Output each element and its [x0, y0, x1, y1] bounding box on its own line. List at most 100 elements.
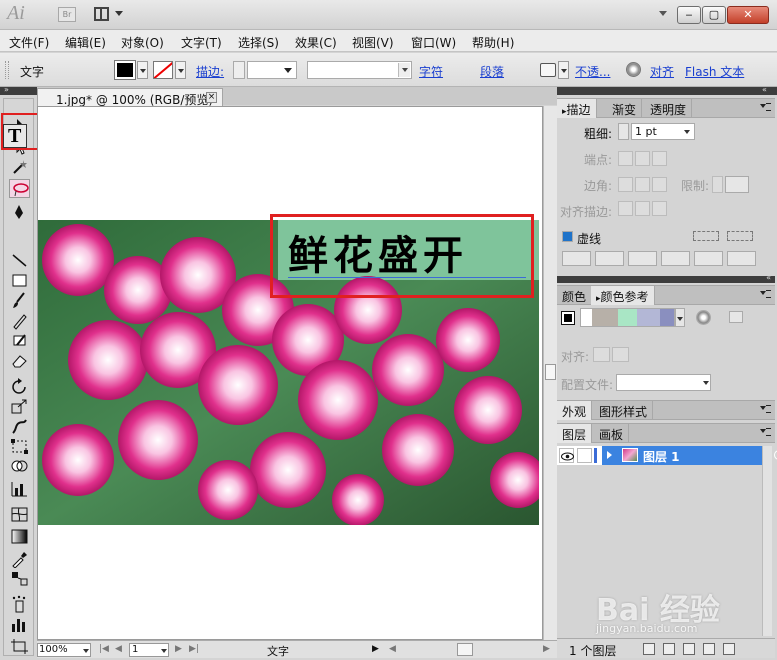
make-clipping-mask-icon[interactable]	[663, 643, 675, 655]
bridge-button[interactable]: Br	[58, 7, 76, 22]
paragraph-link[interactable]: 段落	[480, 63, 504, 80]
workspace-switcher-chevron-icon[interactable]	[659, 11, 667, 16]
rotate-tool-icon[interactable]	[9, 377, 30, 396]
round-join-button[interactable]	[635, 177, 650, 192]
flip-horizontal-icon[interactable]	[719, 376, 733, 388]
butt-cap-button[interactable]	[618, 151, 633, 166]
fill-color-swatch[interactable]	[114, 60, 136, 80]
eyedropper-tool-icon[interactable]	[9, 549, 30, 569]
limit-field[interactable]	[725, 176, 749, 193]
weight-select[interactable]: 1 pt	[631, 123, 695, 140]
next-page-icon[interactable]: ▶	[175, 644, 182, 654]
shape-builder-tool-icon[interactable]	[9, 457, 30, 476]
visibility-eye-icon[interactable]	[559, 448, 574, 463]
eraser-tool-icon[interactable]	[9, 351, 30, 370]
line-segment-tool-icon[interactable]	[9, 251, 30, 270]
profile-select[interactable]	[616, 374, 711, 391]
recolor-icon[interactable]	[626, 62, 641, 77]
dash-preset-1-icon[interactable]	[693, 231, 719, 241]
menu-object[interactable]: 对象(O)	[121, 34, 164, 51]
blend-tool-icon[interactable]	[9, 569, 30, 588]
align-link[interactable]: 对齐	[650, 63, 674, 80]
expand-left-icon[interactable]: »	[4, 85, 9, 94]
tab-appearance[interactable]: 外观	[557, 401, 593, 420]
close-tab-icon[interactable]: ×	[206, 92, 217, 103]
collapse-icon[interactable]: «	[766, 273, 771, 282]
arrow-extend-button[interactable]	[593, 347, 610, 362]
align-inside-button[interactable]	[635, 201, 650, 216]
artboard-tool-icon[interactable]	[9, 637, 30, 656]
document-tab[interactable]: 1.jpg* @ 100% (RGB/预览) ×	[37, 88, 223, 107]
gradient-tool-icon[interactable]	[9, 527, 30, 546]
menu-file[interactable]: 文件(F)	[9, 34, 49, 51]
free-transform-tool-icon[interactable]	[9, 437, 30, 456]
align-outside-button[interactable]	[652, 201, 667, 216]
bar-graph-tool-icon[interactable]	[9, 615, 30, 634]
locate-object-icon[interactable]	[643, 643, 655, 655]
stroke-dropdown[interactable]	[175, 61, 186, 79]
warp-tool-icon[interactable]	[9, 417, 30, 436]
layers-scrollbar[interactable]	[762, 446, 772, 636]
dash-preset-2-icon[interactable]	[727, 231, 753, 241]
close-button[interactable]: ✕	[727, 6, 769, 24]
paintbrush-tool-icon[interactable]	[9, 291, 30, 310]
stroke-link[interactable]: 描边:	[196, 63, 224, 80]
vertical-scrollbar[interactable]	[543, 106, 557, 640]
tab-color[interactable]: 颜色	[557, 286, 593, 305]
edit-colors-icon[interactable]	[696, 310, 711, 325]
dash-field-2[interactable]	[628, 251, 657, 266]
symbol-sprayer-tool-icon[interactable]	[9, 595, 30, 614]
stroke-weight-stepper[interactable]	[233, 61, 245, 79]
status-tool-label[interactable]: 文字	[267, 643, 289, 659]
magic-wand-tool-icon[interactable]	[9, 157, 30, 176]
gap-field-3[interactable]	[727, 251, 756, 266]
round-cap-button[interactable]	[635, 151, 650, 166]
menu-edit[interactable]: 编辑(E)	[65, 34, 106, 51]
last-page-icon[interactable]: ▶|	[189, 644, 199, 654]
scroll-right-icon[interactable]: ▶	[543, 644, 550, 654]
harmony-color-strip[interactable]	[580, 308, 675, 327]
tab-transparency[interactable]: 透明度	[645, 99, 693, 118]
layer-selected-row[interactable]: 图层 1	[602, 446, 777, 465]
panel-menu-icon[interactable]	[760, 428, 772, 438]
flash-text-link[interactable]: Flash 文本	[685, 63, 744, 80]
mesh-tool-icon[interactable]	[9, 505, 30, 524]
previous-page-icon[interactable]: ◀	[115, 644, 122, 654]
create-new-layer-icon[interactable]	[703, 643, 715, 655]
character-link[interactable]: 字符	[419, 63, 443, 80]
opacity-link[interactable]: 不透...	[575, 63, 610, 80]
arrange-documents-button[interactable]	[94, 7, 124, 22]
miter-join-button[interactable]	[618, 177, 633, 192]
square-cap-button[interactable]	[652, 151, 667, 166]
layer-row[interactable]: 图层 1	[557, 446, 777, 465]
tab-gradient[interactable]: 渐变	[607, 99, 643, 118]
tab-color-guide[interactable]: ▸颜色参考	[591, 286, 655, 305]
column-graph-tool-icon[interactable]	[9, 479, 30, 498]
envelope-icon[interactable]	[540, 63, 556, 77]
gap-field-1[interactable]	[595, 251, 624, 266]
save-color-group-icon[interactable]	[729, 311, 743, 323]
align-center-button[interactable]	[618, 201, 633, 216]
current-color-swatch[interactable]	[561, 311, 575, 325]
panel-menu-icon[interactable]	[760, 103, 772, 113]
bevel-join-button[interactable]	[652, 177, 667, 192]
minimize-button[interactable]: ‒	[677, 6, 701, 24]
menu-window[interactable]: 窗口(W)	[411, 34, 456, 51]
fill-dropdown[interactable]	[137, 61, 148, 79]
scale-tool-icon[interactable]	[9, 397, 30, 416]
grip-icon[interactable]	[5, 61, 9, 79]
panel-menu-icon[interactable]	[760, 290, 772, 300]
scroll-left-icon[interactable]: ◀	[389, 644, 396, 654]
pencil-tool-icon[interactable]	[9, 311, 30, 330]
stroke-weight-select[interactable]	[247, 61, 297, 79]
artboard-canvas[interactable]: 鲜花盛开	[37, 106, 543, 640]
limit-stepper[interactable]	[712, 176, 723, 193]
gap-field-2[interactable]	[661, 251, 690, 266]
create-sublayer-icon[interactable]	[683, 643, 695, 655]
tab-layers[interactable]: 图层	[557, 424, 593, 443]
menu-type[interactable]: 文字(T)	[181, 34, 222, 51]
panel-menu-icon[interactable]	[760, 405, 772, 415]
arrow-place-button[interactable]	[612, 347, 629, 362]
lock-toggle[interactable]	[577, 448, 592, 463]
pen-tool-icon[interactable]	[9, 203, 30, 222]
